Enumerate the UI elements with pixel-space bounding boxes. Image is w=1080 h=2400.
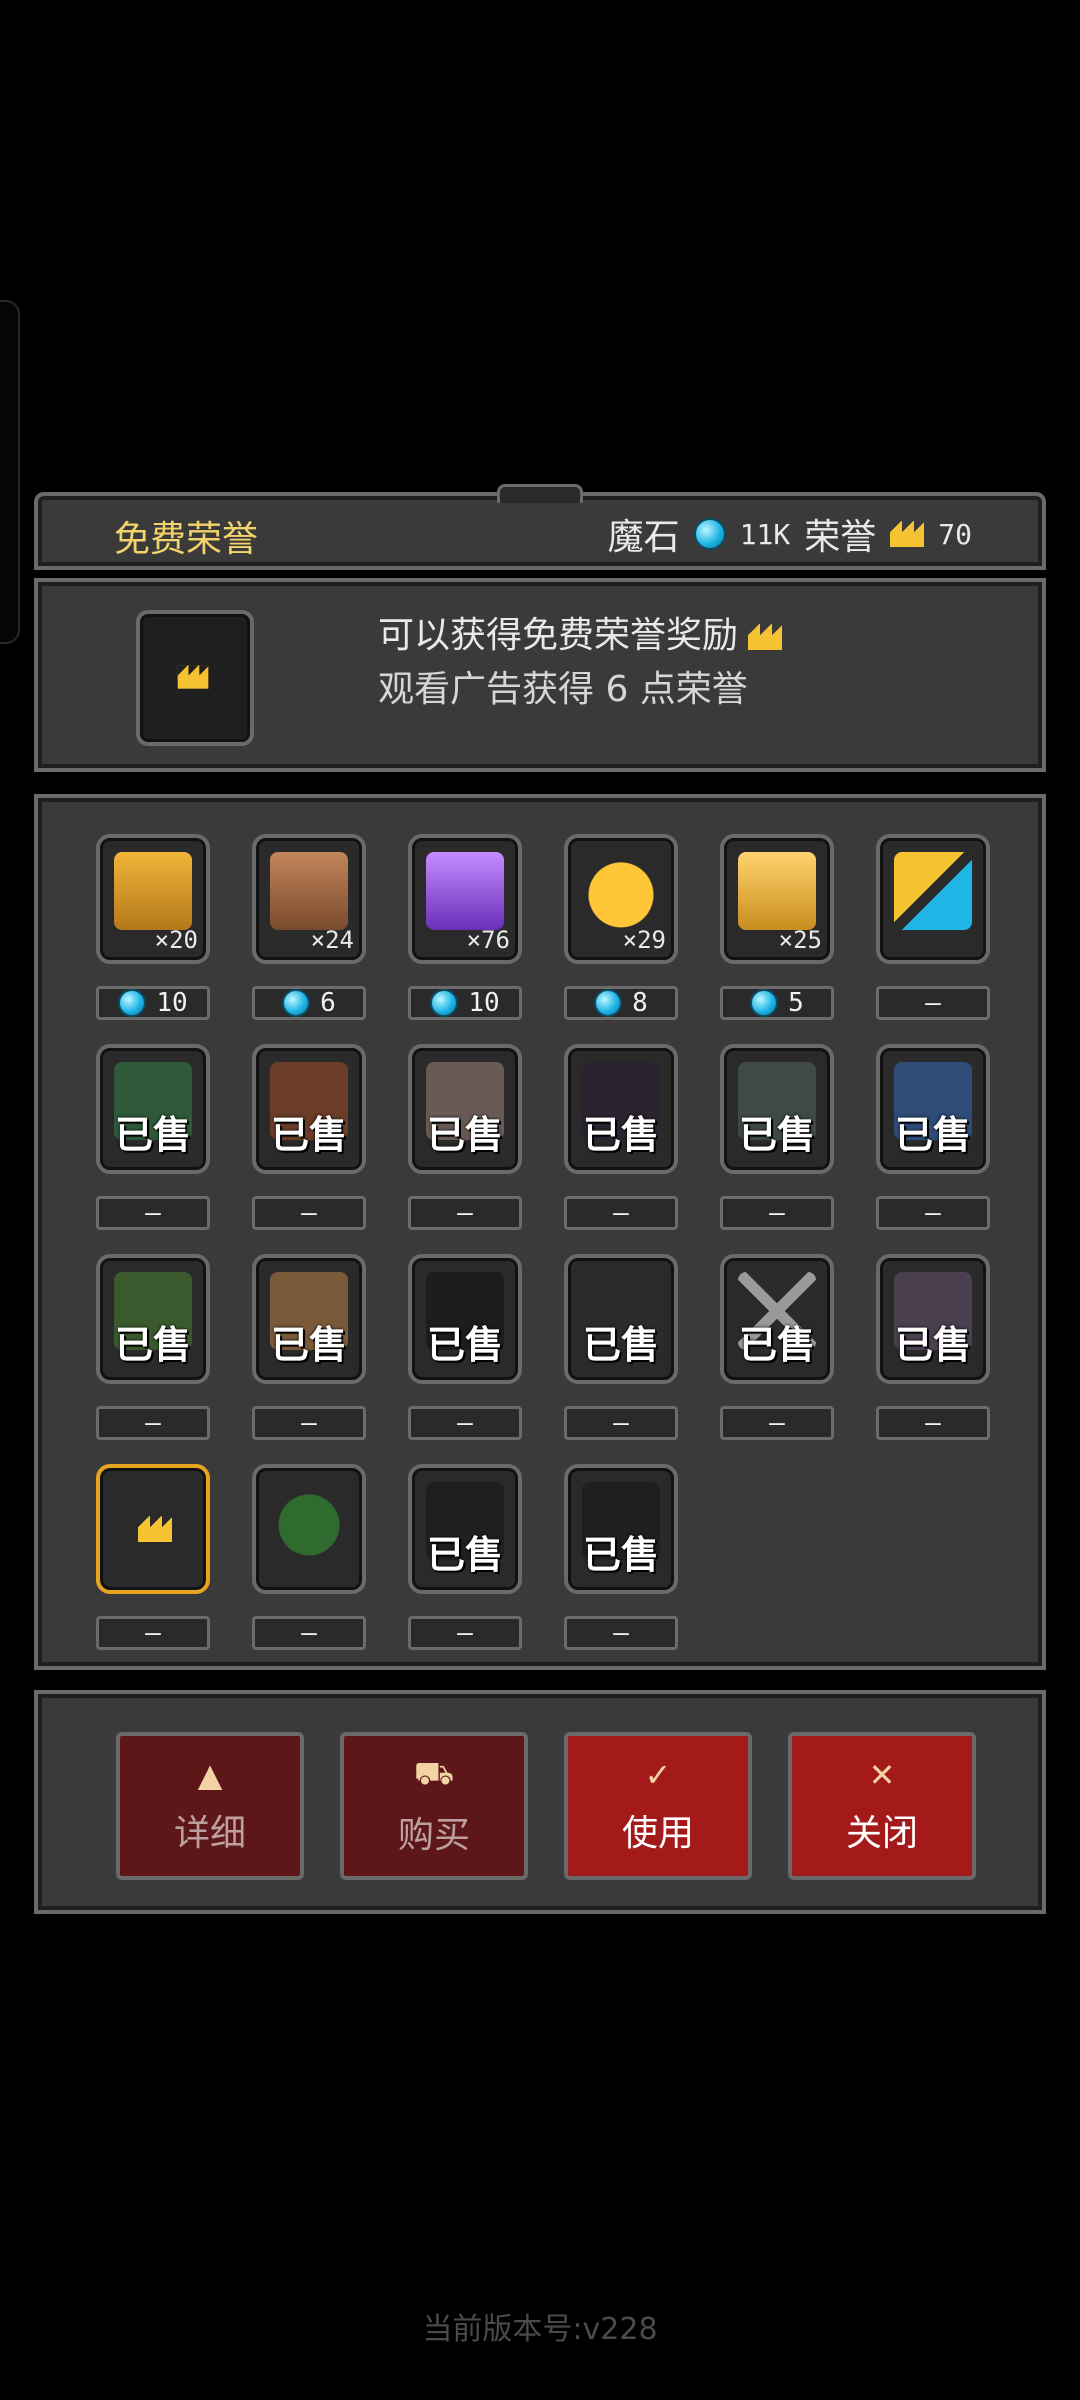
price-tag: 10 [408,986,522,1020]
price-tag: — [408,1616,522,1650]
price-tag: 8 [564,986,678,1020]
crown-icon [138,1516,172,1542]
shop-item-crossed-swords[interactable]: 已售 [720,1254,834,1384]
shop-item-golden-apple[interactable]: ×29 [564,834,678,964]
magic-stone-label: 魔石 [607,517,680,558]
close-button[interactable]: ✕ 关闭 [788,1732,976,1880]
price-tag: — [96,1406,210,1440]
action-panel: ▲ 详细 ⛟ 购买 ✓ 使用 ✕ 关闭 [34,1690,1046,1914]
header-bar: 免费荣誉 魔石 11K 荣誉 70 [34,484,1046,570]
shop-item-honor-bag[interactable] [252,1464,366,1594]
side-notch [0,300,20,644]
price-tag: — [720,1406,834,1440]
gem-icon [430,989,459,1017]
check-icon: ✓ [644,1756,672,1794]
gem-icon [693,518,726,550]
price-tag: — [252,1406,366,1440]
details-button[interactable]: ▲ 详细 [116,1732,304,1880]
honor-value: 70 [938,517,972,551]
reward-slot[interactable] [136,610,254,746]
price-tag: — [876,986,990,1020]
shop-item-heart-scroll[interactable]: ×24 [252,834,366,964]
shop-item-honor-selected[interactable] [96,1464,210,1594]
reward-subtitle: 观看广告获得 6 点荣誉 [378,669,748,710]
shop-item-bell[interactable]: ×25 [720,834,834,964]
shop-item-blonde-hero[interactable]: 已售 [252,1254,366,1384]
gem-icon [118,989,147,1017]
reward-title: 可以获得免费荣誉奖励 [378,606,783,658]
price-tag: — [876,1406,990,1440]
price-tag: — [564,1616,678,1650]
crown-icon [177,665,209,689]
shop-item-zombie-hero[interactable]: 已售 [720,1044,834,1174]
price-tag: — [408,1196,522,1230]
header-ornament [497,484,583,503]
price-tag: — [252,1616,366,1650]
shop-item-wood-hero[interactable]: 已售 [252,1044,366,1174]
shop-item-gold-bars[interactable]: ×20 [96,834,210,964]
shop-item-weapon-stand-2[interactable]: 已售 [564,1464,678,1594]
price-tag: — [720,1196,834,1230]
magic-stone-value: 11K [739,517,791,551]
shop-item-mage-hero[interactable]: 已售 [876,1044,990,1174]
bag-icon: ▲ [197,1756,223,1794]
free-honor-reward-panel[interactable]: 可以获得免费荣誉奖励 观看广告获得 6 点荣誉 [34,578,1046,772]
price-tag: — [96,1196,210,1230]
gem-icon [594,989,623,1017]
close-icon: ✕ [868,1756,896,1794]
price-tag: 10 [96,986,210,1020]
shop-item-dark-knight-hero[interactable]: 已售 [564,1254,678,1384]
shop-item-honor-exchange[interactable] [876,834,990,964]
shop-item-purple-crystal[interactable]: ×76 [408,834,522,964]
shop-item-slime-hero[interactable]: 已售 [96,1044,210,1174]
gem-icon [750,989,779,1017]
price-tag: — [252,1196,366,1230]
shop-item-hooded-hero[interactable]: 已售 [564,1044,678,1174]
price-tag: — [564,1196,678,1230]
currency-hud: 魔石 11K 荣誉 70 [608,508,972,560]
use-button[interactable]: ✓ 使用 [564,1732,752,1880]
gem-icon [282,989,311,1017]
header-title: 免费荣誉 [114,519,259,560]
crown-icon [748,624,783,650]
shop-item-weapon-stand-1[interactable]: 已售 [408,1464,522,1594]
price-tag: — [564,1406,678,1440]
honor-label: 荣誉 [804,517,877,558]
cart-icon: ⛟ [413,1754,455,1792]
price-tag: — [96,1616,210,1650]
shop-item-hourglass[interactable]: 已售 [876,1254,990,1384]
shop-grid-panel: ×20 10 ×24 6 ×76 10 ×29 8 ×25 5 — 已售 — 已… [34,794,1046,1670]
shop-item-knight-hero[interactable]: 已售 [408,1044,522,1174]
version-label: 当前版本号:v228 [422,2312,658,2347]
shop-item-treant-hero[interactable]: 已售 [96,1254,210,1384]
price-tag: — [876,1196,990,1230]
crown-icon [890,521,925,547]
shop-item-shadow-hero[interactable]: 已售 [408,1254,522,1384]
buy-button[interactable]: ⛟ 购买 [340,1732,528,1880]
price-tag: 5 [720,986,834,1020]
price-tag: 6 [252,986,366,1020]
price-tag: — [408,1406,522,1440]
